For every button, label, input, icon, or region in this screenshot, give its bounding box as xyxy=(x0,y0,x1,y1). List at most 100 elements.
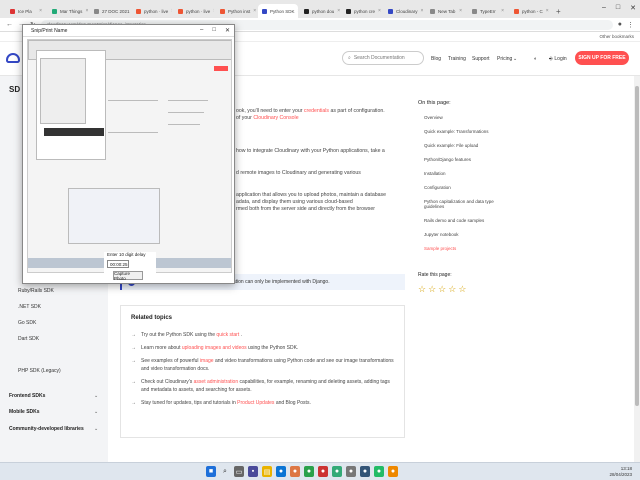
close-tab-icon[interactable]: × xyxy=(213,8,214,14)
back-icon[interactable]: ← xyxy=(6,21,13,28)
on-this-page-item[interactable]: Rails demo and code samples xyxy=(418,218,498,223)
star-icon[interactable]: ☆ xyxy=(428,284,436,294)
profile-icon[interactable]: ● xyxy=(618,21,622,28)
on-this-page-item[interactable]: Quick example: File upload xyxy=(418,143,498,148)
windows-start-icon[interactable]: ■ xyxy=(206,466,216,477)
on-this-page-item[interactable]: Sample projects xyxy=(418,246,498,251)
login-link[interactable]: ⎆ Login xyxy=(549,56,567,62)
on-this-page-item[interactable]: Jupyter notebook xyxy=(418,232,498,237)
app-icon[interactable]: ● xyxy=(360,466,370,477)
on-this-page-item[interactable]: Installation xyxy=(418,171,498,176)
sidebar-item-dart[interactable]: Dart SDK xyxy=(18,336,39,342)
sidebar-item-go[interactable]: Go SDK xyxy=(18,320,36,326)
close-tab-icon[interactable]: × xyxy=(459,8,462,14)
browser-tab[interactable]: Python inst × xyxy=(216,4,256,18)
tab-favicon-icon xyxy=(430,8,435,14)
on-this-page-item[interactable]: Overview xyxy=(418,115,498,120)
sidebar-section-title: SD xyxy=(9,85,21,94)
browser-tab[interactable]: python dou × xyxy=(300,4,340,18)
browser-tab[interactable]: TypeErr × xyxy=(468,4,508,18)
app-icon[interactable]: ● xyxy=(346,466,356,477)
close-icon[interactable]: ✕ xyxy=(225,27,230,34)
browser-tab[interactable]: python cre × xyxy=(342,4,382,18)
menu-icon[interactable]: ⋮ xyxy=(627,21,634,29)
text: adata, and display them using various cl… xyxy=(236,199,353,205)
star-icon[interactable]: ☆ xyxy=(448,284,456,294)
star-icon[interactable]: ☆ xyxy=(458,284,466,294)
chevron-down-icon[interactable]: ⌄ xyxy=(94,393,98,399)
app-icon[interactable]: ● xyxy=(332,466,342,477)
sidebar-item-ruby[interactable]: Ruby/Rails SDK xyxy=(18,288,54,294)
on-this-page-item[interactable]: Configuration xyxy=(418,185,498,190)
on-this-page-item[interactable]: Python capitalization and data type guid… xyxy=(418,199,498,209)
dark-mode-icon[interactable]: ◐ xyxy=(534,56,537,62)
scroll-thumb[interactable] xyxy=(635,86,639,406)
app-icon[interactable]: ● xyxy=(374,466,384,477)
app-icon[interactable]: ● xyxy=(290,466,300,477)
delay-input[interactable]: 00:00:25 xyxy=(107,260,129,268)
close-tab-icon[interactable]: × xyxy=(421,8,424,14)
related-link[interactable]: quick start xyxy=(216,332,239,338)
related-link[interactable]: Product Updates xyxy=(237,400,274,406)
maximize-icon[interactable]: □ xyxy=(616,4,620,12)
nav-pricing[interactable]: Pricing xyxy=(497,56,512,62)
related-link[interactable]: image xyxy=(200,358,214,364)
system-tray[interactable]: 13:18 28/04/2023 xyxy=(609,466,632,478)
browser-tab[interactable]: python · live× xyxy=(174,4,214,18)
edge-icon[interactable]: ● xyxy=(276,466,286,477)
maximize-icon[interactable]: □ xyxy=(212,27,216,34)
nav-blog[interactable]: Blog xyxy=(431,56,441,62)
browser-tab[interactable]: python - C × xyxy=(510,4,550,18)
close-tab-icon[interactable]: × xyxy=(378,8,381,14)
file-explorer-icon[interactable]: ▤ xyxy=(262,466,272,477)
sidebar-group-community[interactable]: Community-developed libraries xyxy=(9,426,84,432)
sidebar-group-frontend[interactable]: Frontend SDKs xyxy=(9,393,45,399)
chevron-down-icon[interactable]: ⌄ xyxy=(94,426,98,432)
other-bookmarks[interactable]: Other bookmarks xyxy=(599,34,634,39)
close-tab-icon[interactable]: × xyxy=(39,8,42,14)
capture-photo-button[interactable]: Capture Photo xyxy=(113,271,143,281)
nav-training[interactable]: Training xyxy=(448,56,466,62)
minimize-icon[interactable]: – xyxy=(200,27,203,34)
teams-icon[interactable]: ▪ xyxy=(248,466,258,477)
chrome-icon[interactable]: ● xyxy=(304,466,314,477)
on-this-page-item[interactable]: Quick example: Transformations xyxy=(418,129,498,134)
app-icon[interactable]: ● xyxy=(318,466,328,477)
new-tab-icon[interactable]: + xyxy=(552,4,562,18)
close-tab-icon[interactable]: × xyxy=(253,8,256,14)
browser-tab[interactable]: python · live× xyxy=(132,4,172,18)
browser-tab[interactable]: New Tab × xyxy=(426,4,466,18)
close-tab-icon[interactable]: × xyxy=(171,8,172,14)
search-icon[interactable]: ⌕ xyxy=(220,466,230,477)
search-input[interactable]: ⌕ Search Documentation xyxy=(342,51,424,65)
app-icon[interactable]: ● xyxy=(388,466,398,477)
related-link[interactable]: uploading images and videos xyxy=(182,345,247,351)
close-tab-icon[interactable]: × xyxy=(337,8,340,14)
nav-support[interactable]: Support xyxy=(472,56,490,62)
on-this-page-item[interactable]: Python/Django features xyxy=(418,157,498,162)
browser-tab[interactable]: Ice Pla × xyxy=(6,4,46,18)
chevron-down-icon[interactable]: ⌄ xyxy=(513,56,517,62)
sidebar-item-php-legacy[interactable]: PHP SDK (Legacy) xyxy=(18,368,61,374)
chevron-down-icon[interactable]: ⌄ xyxy=(94,409,98,415)
browser-tab[interactable]: Cloudinary × xyxy=(384,4,424,18)
star-icon[interactable]: ☆ xyxy=(418,284,426,294)
close-icon[interactable]: ✕ xyxy=(630,4,636,12)
console-link[interactable]: Cloudinary Console xyxy=(253,115,298,121)
close-tab-icon[interactable]: × xyxy=(85,8,88,14)
browser-tab[interactable]: Python SDK× xyxy=(258,4,298,18)
close-tab-icon[interactable]: × xyxy=(546,8,549,14)
browser-tab[interactable]: 27 DOC 2021× xyxy=(90,4,130,18)
task-view-icon[interactable]: ▭ xyxy=(234,466,244,477)
star-icon[interactable]: ☆ xyxy=(438,284,446,294)
sidebar-group-mobile[interactable]: Mobile SDKs xyxy=(9,409,40,415)
browser-tab[interactable]: Mar Things × xyxy=(48,4,88,18)
close-tab-icon[interactable]: × xyxy=(501,8,504,14)
minimize-icon[interactable]: – xyxy=(602,4,606,12)
sidebar-item-dotnet[interactable]: .NET SDK xyxy=(18,304,41,310)
signup-button[interactable]: SIGN UP FOR FREE xyxy=(575,51,629,65)
page-scrollbar[interactable] xyxy=(634,76,640,462)
cloudinary-logo-icon[interactable] xyxy=(6,53,20,63)
related-link[interactable]: asset administration xyxy=(194,379,238,385)
credentials-link[interactable]: credentials xyxy=(304,108,329,114)
